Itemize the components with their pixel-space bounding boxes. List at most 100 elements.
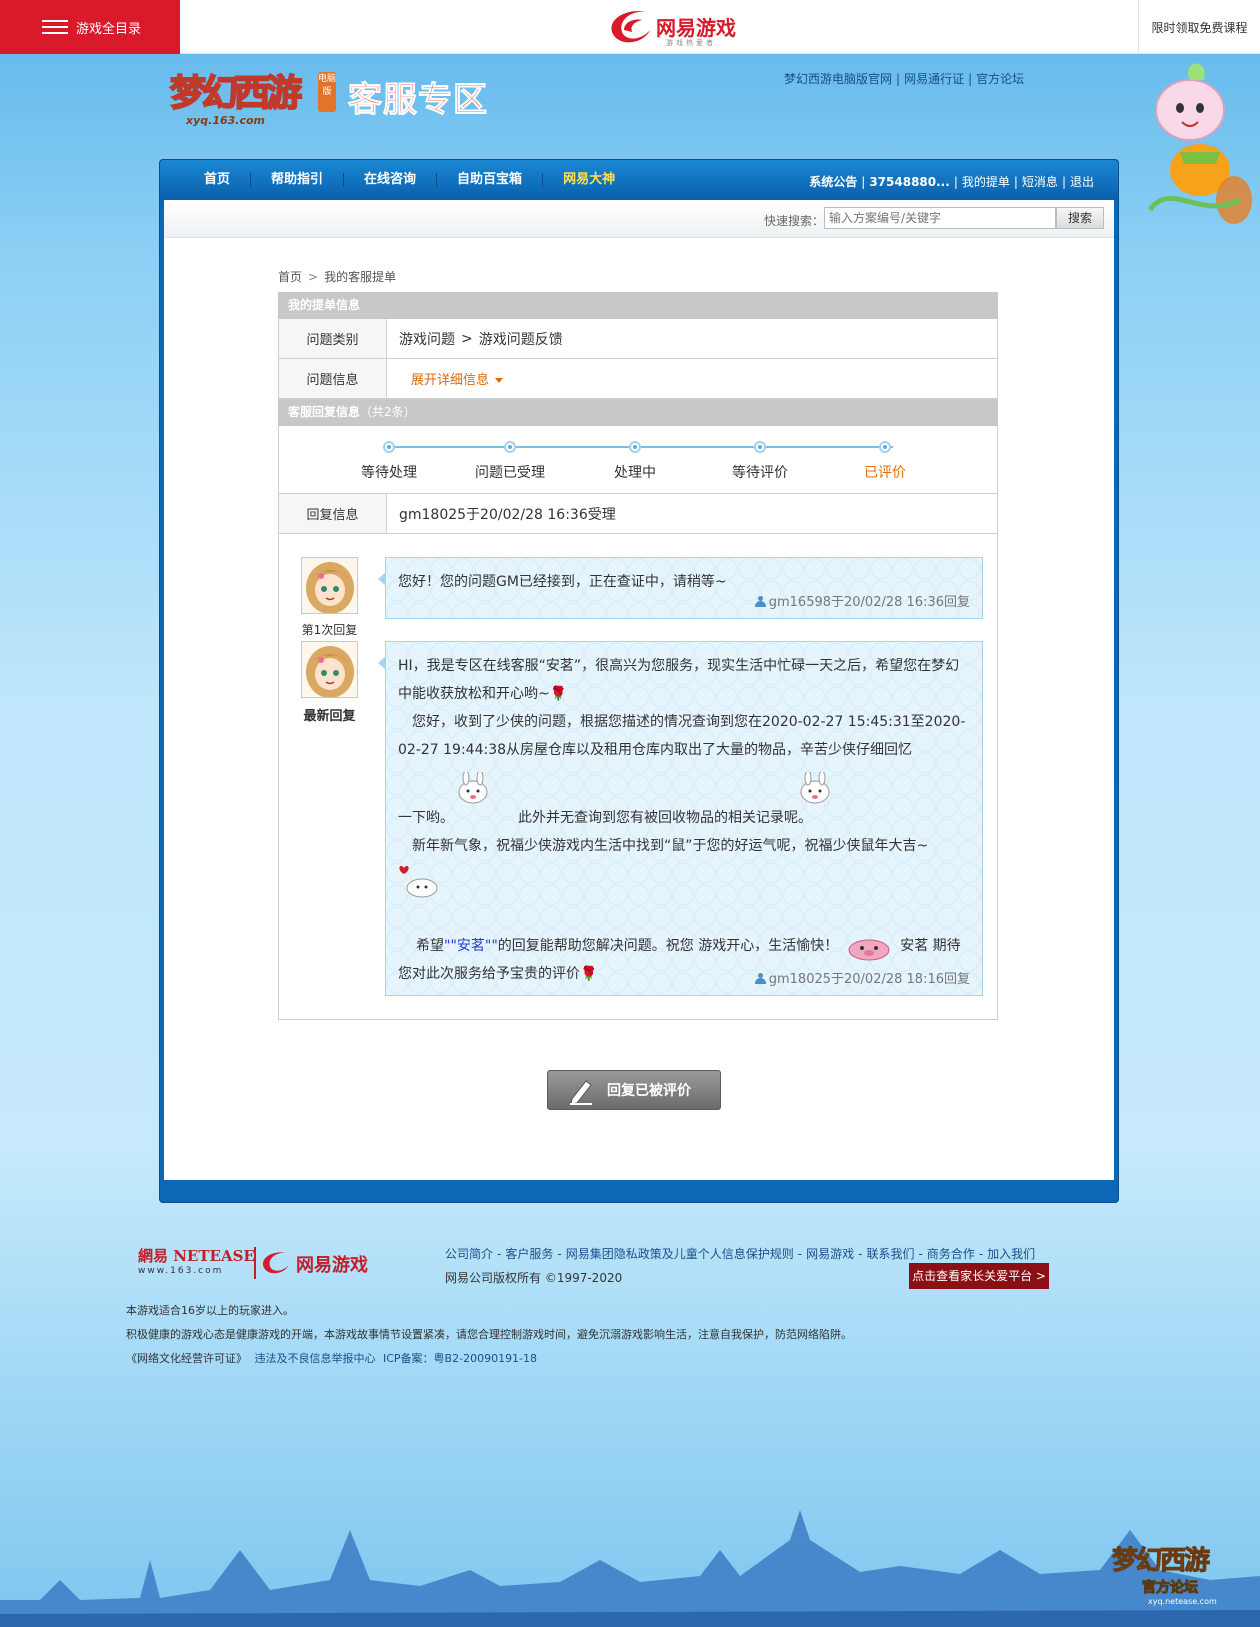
reply-2-wish: 的回复能帮助您解决问题。祝您 游戏开心，生活愉快！ xyxy=(497,938,839,954)
search-bar: 快速搜索： 搜索 xyxy=(164,200,1114,238)
step-dot-1 xyxy=(383,441,395,453)
reply-2-new-year: 新年新气象，祝福少侠游戏内生活中找到“鼠”于您的好运气呢，祝福少侠鼠年大吉~ xyxy=(412,838,929,854)
netease-games-name: 网易游戏 xyxy=(656,16,736,40)
nav-help[interactable]: 帮助指引 xyxy=(251,173,345,187)
my-tickets-link[interactable]: 我的提单 xyxy=(962,175,1010,189)
gm-avatar-icon xyxy=(302,558,357,613)
logout-link[interactable]: 退出 xyxy=(1070,175,1094,189)
reply-info-value: gm18025于20/02/28 16:36受理 xyxy=(399,506,616,523)
reply-2-signature: 安茗 期待 xyxy=(900,938,961,954)
reply-info-row: 回复信息 gm18025于20/02/28 16:36受理 xyxy=(278,494,998,534)
culture-license-link[interactable]: 《网络文化经营许可证》 xyxy=(126,1352,247,1365)
free-course-link[interactable]: 限时领取免费课程 xyxy=(1138,0,1260,54)
logo-divider xyxy=(254,1247,256,1279)
heart-rabbit-emoji-icon xyxy=(399,865,438,898)
reply-2-rating-request: 您对此次服务给予宝贵的评价 xyxy=(398,966,580,982)
reply-2-agent-name: ""安茗"" xyxy=(444,938,498,954)
account-name[interactable]: 37548880... xyxy=(869,175,949,189)
copyright: 网易公司版权所有 ©1997-2020 xyxy=(445,1271,623,1285)
step-accepted: 问题已受理 xyxy=(475,465,545,481)
step-processing: 处理中 xyxy=(614,465,656,481)
reply-2-hope: 希望 xyxy=(416,938,444,954)
expand-details-link[interactable]: 展开详细信息 xyxy=(411,369,504,388)
category-sub: 游戏问题反馈 xyxy=(478,331,563,348)
search-label: 快速搜索： xyxy=(764,214,825,228)
nav-online-consult[interactable]: 在线咨询 xyxy=(344,173,438,187)
breadcrumb: 首页 > 我的客服提单 xyxy=(278,268,396,285)
footer-link-join[interactable]: 加入我们 xyxy=(987,1247,1035,1261)
parent-care-button[interactable]: 点击查看家长关爱平台 > xyxy=(909,1263,1049,1289)
ticket-info-header: 我的提单信息 xyxy=(278,292,998,319)
age-notice: 本游戏适合16岁以上的玩家进入。 xyxy=(126,1304,294,1317)
content-area: 快速搜索： 搜索 首页 > 我的客服提单 我的提单信息 问题类别 游戏问题>游戏问题… xyxy=(164,200,1114,1180)
footer-link-about[interactable]: 公司简介 xyxy=(445,1247,493,1261)
netease-logo[interactable]: 網易 NETEASE www.163.com xyxy=(138,1245,255,1276)
info-row: 问题信息 展开详细信息 xyxy=(278,359,998,399)
user-icon xyxy=(754,596,766,607)
top-bar: 游戏全目录 网易游戏 游戏热爱者 限时领取免费课程 xyxy=(0,0,1260,54)
menu-icon xyxy=(42,20,68,34)
license-line: 《网络文化经营许可证》 违法及不良信息举报中心 ICP备案：粤B2-200901… xyxy=(126,1350,537,1366)
rose-icon: 🌹 xyxy=(580,966,598,982)
netease-swirl-icon xyxy=(611,11,650,43)
site-domain: xyq.163.com xyxy=(186,114,265,127)
passport-link[interactable]: 网易通行证 xyxy=(904,72,964,86)
netease-games-footer-logo[interactable]: 网易游戏 xyxy=(262,1251,368,1277)
reply-2-label: 最新回复 xyxy=(303,709,356,724)
forum-corner-logo[interactable]: 梦幻西游 官方论坛 xyq.netease.com xyxy=(1112,1540,1252,1620)
category-value: 游戏问题 > 游戏问题反馈 xyxy=(399,330,563,348)
reply-count: （共2条） xyxy=(360,405,416,419)
step-awaiting-rating: 等待评价 xyxy=(732,465,788,481)
footer-link-contact[interactable]: 联系我们 xyxy=(866,1247,914,1261)
search-input[interactable] xyxy=(824,207,1056,229)
rated-button[interactable]: 回复已被评价 xyxy=(547,1070,721,1110)
nav-netease-dashen[interactable]: 网易大神 xyxy=(543,173,635,187)
netease-swirl-icon xyxy=(262,1252,289,1274)
ticket-info-title: 我的提单信息 xyxy=(288,298,361,312)
footer-link-games[interactable]: 网易游戏 xyxy=(806,1247,854,1261)
reply-2-greeting: HI，我是专区在线客服“安茗”，很高兴为您服务，现实生活中忙碌一天之后，希望您在… xyxy=(398,658,960,702)
reply-info-title: 客服回复信息 xyxy=(288,405,361,419)
pc-version-badge: 电脑版 xyxy=(318,72,336,112)
reply-2-meta: gm18025于20/02/28 18:16回复 xyxy=(754,968,970,987)
footer-link-business[interactable]: 商务合作 xyxy=(927,1247,975,1261)
user-nav: 系统公告 | 37548880... | 我的提单 | 短消息 | 退出 xyxy=(809,175,1094,189)
netease-games-slogan: 游戏热爱者 xyxy=(666,39,716,47)
step-rated: 已评价 xyxy=(864,465,906,481)
report-center-link[interactable]: 违法及不良信息举报中心 xyxy=(255,1352,376,1365)
footer-link-service[interactable]: 客户服务 xyxy=(505,1247,553,1261)
messages-link[interactable]: 短消息 xyxy=(1022,175,1058,189)
site-logo-text: 梦幻西游 xyxy=(169,72,303,115)
step-dot-5 xyxy=(879,441,891,453)
reply-2-no-record: 此外并无查询到您有被回收物品的相关记录呢。 xyxy=(518,810,812,826)
footer-links: 公司简介 - 客户服务 - 网易集团隐私政策及儿童个人信息保护规则 - 网易游戏 - 联系我们 -… xyxy=(445,1247,1036,1261)
all-games-button[interactable]: 游戏全目录 xyxy=(0,0,180,54)
main-nav: 首页 帮助指引 在线咨询 自助百宝箱 网易大神 xyxy=(184,160,635,200)
chevron-right-icon: > xyxy=(308,270,319,284)
icp-link[interactable]: ICP备案：粤B2-20090191-18 xyxy=(383,1352,537,1365)
official-site-link[interactable]: 梦幻西游电脑版官网 xyxy=(784,72,892,86)
rabbit-emoji-icon xyxy=(800,772,830,804)
progress-row: 等待处理 问题已受理 处理中 等待评价 已评价 xyxy=(278,426,998,494)
footer-logos: 網易 NETEASE www.163.com 网易游戏 xyxy=(138,1245,418,1283)
search-button[interactable]: 搜索 xyxy=(1056,207,1104,229)
system-notice-link[interactable]: 系统公告 xyxy=(809,175,857,189)
rose-icon: 🌹 xyxy=(549,686,568,702)
reply-2-bubble: HI，我是专区在线客服“安茗”，很高兴为您服务，现实生活中忙碌一天之后，希望您在… xyxy=(378,641,983,996)
category-main: 游戏问题 xyxy=(399,331,455,348)
reply-1-meta: gm16598于20/02/28 16:36回复 xyxy=(754,591,970,610)
nav-self-service[interactable]: 自助百宝箱 xyxy=(437,173,544,187)
rated-button-label: 回复已被评价 xyxy=(607,1083,691,1099)
reply-1-label: 第1次回复 xyxy=(301,623,358,637)
reply-info-header: 客服回复信息（共2条） xyxy=(278,399,998,426)
nav-home[interactable]: 首页 xyxy=(184,173,252,187)
forum-link[interactable]: 官方论坛 xyxy=(976,72,1024,86)
main-navbar: 首页 帮助指引 在线咨询 自助百宝箱 网易大神 系统公告 | 37548880...… xyxy=(160,160,1118,200)
netease-games-logo[interactable]: 网易游戏 游戏热爱者 xyxy=(606,6,746,48)
mascot-illustration xyxy=(1147,63,1252,224)
reply-2-text: HI，我是专区在线客服“安茗”，很高兴为您服务，现实生活中忙碌一天之后，希望您在… xyxy=(386,642,982,988)
breadcrumb-home[interactable]: 首页 xyxy=(278,270,302,284)
site-logo[interactable]: 梦幻西游 电脑版 xyq.163.com xyxy=(169,62,340,132)
footer-link-privacy[interactable]: 网易集团隐私政策及儿童个人信息保护规则 xyxy=(566,1247,794,1261)
all-games-label: 游戏全目录 xyxy=(76,21,142,37)
